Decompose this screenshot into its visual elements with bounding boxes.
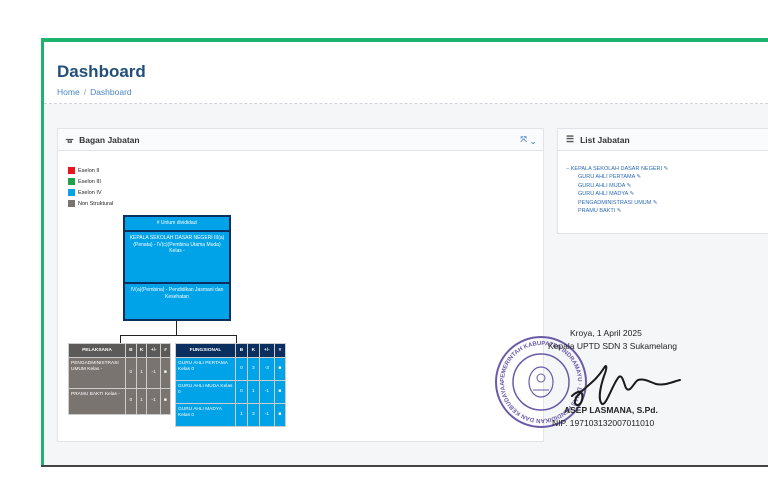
breadcrumb-home-link[interactable]: Home — [57, 87, 80, 97]
connector-line — [236, 335, 237, 343]
jabatan-tree: − KEPALA SEKOLAH DASAR NEGERI ✎ GURU AHL… — [566, 165, 668, 215]
expand-icon[interactable]: ⤧ — [520, 135, 526, 144]
col-header: K — [135, 343, 148, 358]
fungsional-table: FUNGSIONAL B K +/- # GURU AHLI PERTAMA K… — [175, 343, 287, 427]
col-header: PELAKSANA — [68, 343, 126, 358]
connector-line — [176, 321, 177, 335]
legend-swatch-non-struktural — [68, 200, 75, 207]
node-line: # Unlum divididazi — [125, 217, 229, 232]
list-icon: ☰ — [566, 134, 575, 144]
page-header: Dashboard Home / Dashboard — [44, 42, 768, 104]
node-line: KEPALA SEKOLAH DASAR NEGERI III(a)(Penat… — [125, 232, 229, 284]
tree-root-item[interactable]: − KEPALA SEKOLAH DASAR NEGERI ✎ — [566, 165, 668, 173]
bagan-jabatan-card: ᚗ Bagan Jabatan ⤧ ⌄ Eselon II Eselon III… — [57, 128, 544, 442]
pencil-icon[interactable]: ✎ — [627, 183, 632, 189]
tree-child-item[interactable]: GURU AHLI MUDA ✎ — [566, 182, 668, 190]
breadcrumb: Home / Dashboard — [57, 87, 132, 97]
legend: Eselon II Eselon III Eselon IV Non Struk… — [68, 165, 113, 209]
tree-child-item[interactable]: PENGADMINISTRASI UMUM ✎ — [566, 199, 668, 207]
col-header: # — [159, 343, 172, 358]
kepala-sekolah-node[interactable]: # Unlum divididazi KEPALA SEKOLAH DASAR … — [123, 215, 231, 321]
page-title: Dashboard — [57, 62, 146, 81]
col-header: FUNGSIONAL — [175, 343, 236, 358]
node-line: IV(a)(Pembina) - Pendidikan Jasmani dan … — [130, 286, 224, 300]
list-jabatan-card: ☰ List Jabatan − KEPALA SEKOLAH DASAR NE… — [557, 128, 768, 234]
legend-item: Eselon III — [68, 176, 113, 187]
collapse-chevron-icon[interactable]: ⌄ — [531, 135, 535, 144]
frame-bottom-border — [41, 465, 768, 467]
signatory-name: ASEP LASMANA, S.Pd. — [564, 405, 658, 415]
pencil-icon[interactable]: ✎ — [617, 208, 622, 214]
col-header: +/- — [258, 343, 275, 358]
tree-child-item[interactable]: GURU AHLI MADYA ✎ — [566, 190, 668, 198]
list-card-title: List Jabatan — [580, 134, 630, 145]
connector-line — [120, 335, 236, 336]
screen: Dashboard Home / Dashboard ᚗ Bagan Jabatan… — [0, 0, 768, 501]
table-row[interactable]: PRAMU BAKTI Kelas - 0 1 -1 ■ — [68, 388, 172, 415]
col-header: B — [125, 343, 137, 358]
col-header: B — [235, 343, 248, 358]
tree-child-item[interactable]: GURU AHLI PERTAMA ✎ — [566, 173, 668, 181]
table-row[interactable]: GURU AHLI MADYA Kelas 0 1 3 -1 ■ — [175, 403, 287, 427]
signature-place-date: Kroya, 1 April 2025 — [570, 328, 642, 338]
pelaksana-table: PELAKSANA B K +/- # PENGADMINISTRASI UMU… — [68, 343, 172, 415]
breadcrumb-current: Dashboard — [90, 87, 132, 97]
pencil-icon[interactable]: ✎ — [636, 174, 641, 180]
legend-item: Eselon II — [68, 165, 113, 176]
card-tools: ⤧ ⌄ — [520, 135, 535, 145]
bagan-card-title: Bagan Jabatan — [79, 134, 140, 145]
legend-item: Non Struktural — [68, 198, 113, 209]
col-header: # — [273, 343, 287, 358]
legend-swatch-eselon-ii — [68, 167, 75, 174]
pencil-icon[interactable]: ✎ — [653, 200, 658, 206]
pencil-icon[interactable]: ✎ — [664, 166, 669, 172]
legend-item: Eselon IV — [68, 187, 113, 198]
bagan-card-header: ᚗ Bagan Jabatan ⤧ ⌄ — [58, 129, 543, 151]
list-card-header: ☰ List Jabatan — [558, 129, 768, 151]
table-row[interactable]: PENGADMINISTRASI UMUM Kelas - 0 1 -1 ■ — [68, 357, 172, 389]
tree-child-item[interactable]: PRAMU BAKTI ✎ — [566, 207, 668, 215]
sitemap-icon: ᚗ — [66, 134, 74, 144]
pencil-icon[interactable]: ✎ — [630, 191, 635, 197]
connector-line — [120, 335, 121, 343]
signature-position: Kepala UPTD SDN 3 Sukamelang — [548, 341, 677, 351]
col-header: K — [246, 343, 260, 358]
signatory-nip: NIP. 197103132007011010 — [552, 418, 655, 428]
legend-swatch-eselon-iv — [68, 189, 75, 196]
col-header: +/- — [146, 343, 161, 358]
legend-swatch-eselon-iii — [68, 178, 75, 185]
table-row[interactable]: GURU AHLI PERTAMA Kelas 0 0 3 -3 ■ — [175, 357, 287, 381]
table-row[interactable]: GURU AHLI MUDA Kelas 0 0 1 -1 ■ — [175, 380, 287, 404]
